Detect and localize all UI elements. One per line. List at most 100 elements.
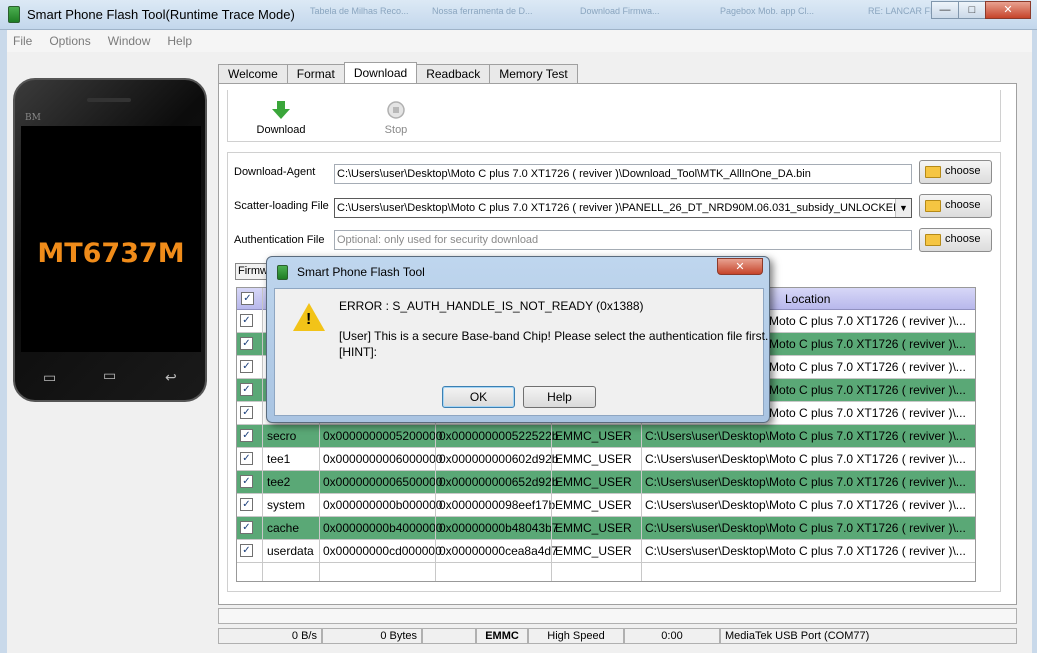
home-key-icon: ▭ xyxy=(103,367,117,383)
table-row[interactable]: ✓ userdata 0x00000000cd000000 0x00000000cea… xyxy=(237,540,975,563)
download-agent-field[interactable]: C:\Users\user\Desktop\Moto C plus 7.0 XT… xyxy=(334,164,912,184)
close-button[interactable]: ✕ xyxy=(985,1,1031,19)
row-checkbox[interactable]: ✓ xyxy=(240,521,253,534)
region: EMMC_USER xyxy=(555,429,632,443)
stop-label: Stop xyxy=(384,124,408,136)
tab-memory-test[interactable]: Memory Test xyxy=(489,64,578,83)
scatter-file-label: Scatter-loading File xyxy=(234,200,329,212)
dialog-close-button[interactable]: ✕ xyxy=(717,258,763,275)
status-spacer xyxy=(422,628,476,644)
phone-brand: BM xyxy=(25,113,41,123)
choose-label: choose xyxy=(945,233,981,245)
scatter-file-combo[interactable]: C:\Users\user\Desktop\Moto C plus 7.0 XT… xyxy=(334,198,912,218)
row-checkbox[interactable]: ✓ xyxy=(240,544,253,557)
menu-help[interactable]: Help xyxy=(165,30,199,52)
end-address: 0x000000000652d92b xyxy=(439,475,559,489)
file-location: C:\Users\user\Desktop\Moto C plus 7.0 XT… xyxy=(645,475,966,489)
auth-file-field[interactable]: Optional: only used for security downloa… xyxy=(334,230,912,250)
row-checkbox[interactable]: ✓ xyxy=(240,360,253,373)
table-row[interactable]: ✓ system 0x000000000b000000 0x0000000098eef… xyxy=(237,494,975,517)
stop-button[interactable]: Stop xyxy=(376,100,416,136)
tab-format[interactable]: Format xyxy=(286,64,345,83)
row-checkbox[interactable]: ✓ xyxy=(240,406,253,419)
end-address: 0x00000000cea8a4d7 xyxy=(439,544,558,558)
background-tab-3: Download Firmwa... xyxy=(580,6,660,16)
end-address: 0x000000000602d92b xyxy=(439,452,559,466)
phone-screen: MT6737M xyxy=(21,126,201,352)
row-checkbox[interactable]: ✓ xyxy=(240,383,253,396)
minimize-button[interactable]: — xyxy=(931,1,959,19)
menu-options[interactable]: Options xyxy=(47,30,97,52)
dialog-title: Smart Phone Flash Tool xyxy=(297,265,425,279)
usb-port: MediaTek USB Port (COM77) xyxy=(720,628,1017,644)
file-location: C:\Users\user\Desktop\Moto C plus 7.0 XT… xyxy=(645,429,966,443)
phone-keys: ▭ ▭ ↩ xyxy=(35,367,185,385)
window-title: Smart Phone Flash Tool(Runtime Trace Mod… xyxy=(27,7,295,22)
select-all-checkbox[interactable]: ✓ xyxy=(241,292,254,305)
download-label: Download xyxy=(256,124,306,136)
transfer-bytes: 0 Bytes xyxy=(322,628,422,644)
usb-speed: High Speed xyxy=(528,628,624,644)
storage-type: EMMC xyxy=(476,628,528,644)
row-checkbox[interactable]: ✓ xyxy=(240,337,253,350)
row-checkbox[interactable]: ✓ xyxy=(240,498,253,511)
download-button[interactable]: Download xyxy=(256,100,306,136)
error-hint: [HINT]: xyxy=(339,345,377,359)
begin-address: 0x000000000b000000 xyxy=(323,498,443,512)
error-dialog: Smart Phone Flash Tool ✕ ! ERROR : S_AUT… xyxy=(266,256,770,423)
progress-bar xyxy=(218,608,1017,624)
partition-name: userdata xyxy=(267,544,314,558)
tab-readback[interactable]: Readback xyxy=(416,64,491,83)
choose-label: choose xyxy=(945,165,981,177)
row-checkbox[interactable]: ✓ xyxy=(240,314,253,327)
location-header: Location xyxy=(785,292,831,306)
table-row[interactable]: ✓ tee2 0x0000000006500000 0x000000000652d92… xyxy=(237,471,975,494)
background-tab-2: Nossa ferramenta de D... xyxy=(432,6,533,16)
region: EMMC_USER xyxy=(555,544,632,558)
menu-window[interactable]: Window xyxy=(106,30,158,52)
table-row[interactable]: ✓ tee1 0x0000000006000000 0x000000000602d92… xyxy=(237,448,975,471)
choose-scatter-button[interactable]: choose xyxy=(919,194,992,218)
partition-name: tee1 xyxy=(267,452,291,466)
folder-icon xyxy=(925,166,941,178)
help-button[interactable]: Help xyxy=(523,386,596,408)
choose-download-agent-button[interactable]: choose xyxy=(919,160,992,184)
ok-button[interactable]: OK xyxy=(442,386,515,408)
region: EMMC_USER xyxy=(555,475,632,489)
menu-key-icon: ▭ xyxy=(43,369,57,385)
end-address: 0x000000000522522b xyxy=(439,429,559,443)
table-row[interactable]: ✓ cache 0x00000000b4000000 0x00000000b48043… xyxy=(237,517,975,540)
partition-name: tee2 xyxy=(267,475,291,489)
file-location: C:\Users\user\Desktop\Moto C plus 7.0 XT… xyxy=(645,498,966,512)
end-address: 0x0000000098eef17b xyxy=(439,498,556,512)
row-checkbox[interactable]: ✓ xyxy=(240,452,253,465)
error-code: ERROR : S_AUTH_HANDLE_IS_NOT_READY (0x13… xyxy=(339,299,644,313)
chipset-model: MT6737M xyxy=(37,238,185,269)
file-location: C:\Users\user\Desktop\Moto C plus 7.0 XT… xyxy=(645,452,966,466)
begin-address: 0x0000000005200000 xyxy=(323,429,443,443)
choose-label: choose xyxy=(945,199,981,211)
end-address: 0x00000000b48043b7 xyxy=(439,521,559,535)
begin-address: 0x0000000006000000 xyxy=(323,452,443,466)
choose-auth-button[interactable]: choose xyxy=(919,228,992,252)
folder-icon xyxy=(925,200,941,212)
warning-icon: ! xyxy=(293,303,325,331)
transfer-speed: 0 B/s xyxy=(218,628,322,644)
chevron-down-icon[interactable]: ▼ xyxy=(895,199,911,217)
scatter-file-value: C:\Users\user\Desktop\Moto C plus 7.0 XT… xyxy=(337,202,912,214)
tab-download[interactable]: Download xyxy=(343,62,418,83)
begin-address: 0x0000000006500000 xyxy=(323,475,443,489)
maximize-button[interactable]: □ xyxy=(958,1,986,19)
row-checkbox[interactable]: ✓ xyxy=(240,429,253,442)
begin-address: 0x00000000b4000000 xyxy=(323,521,443,535)
table-row[interactable]: ✓ secro 0x0000000005200000 0x00000000052252… xyxy=(237,425,975,448)
row-checkbox[interactable]: ✓ xyxy=(240,475,253,488)
partition-name: secro xyxy=(267,429,297,443)
menu-bar: File Options Window Help xyxy=(7,30,1032,52)
menu-file[interactable]: File xyxy=(11,30,39,52)
partition-name: system xyxy=(267,498,306,512)
app-icon xyxy=(277,265,288,280)
file-location: C:\Users\user\Desktop\Moto C plus 7.0 XT… xyxy=(645,521,966,535)
begin-address: 0x00000000cd000000 xyxy=(323,544,442,558)
tab-welcome[interactable]: Welcome xyxy=(218,64,288,83)
